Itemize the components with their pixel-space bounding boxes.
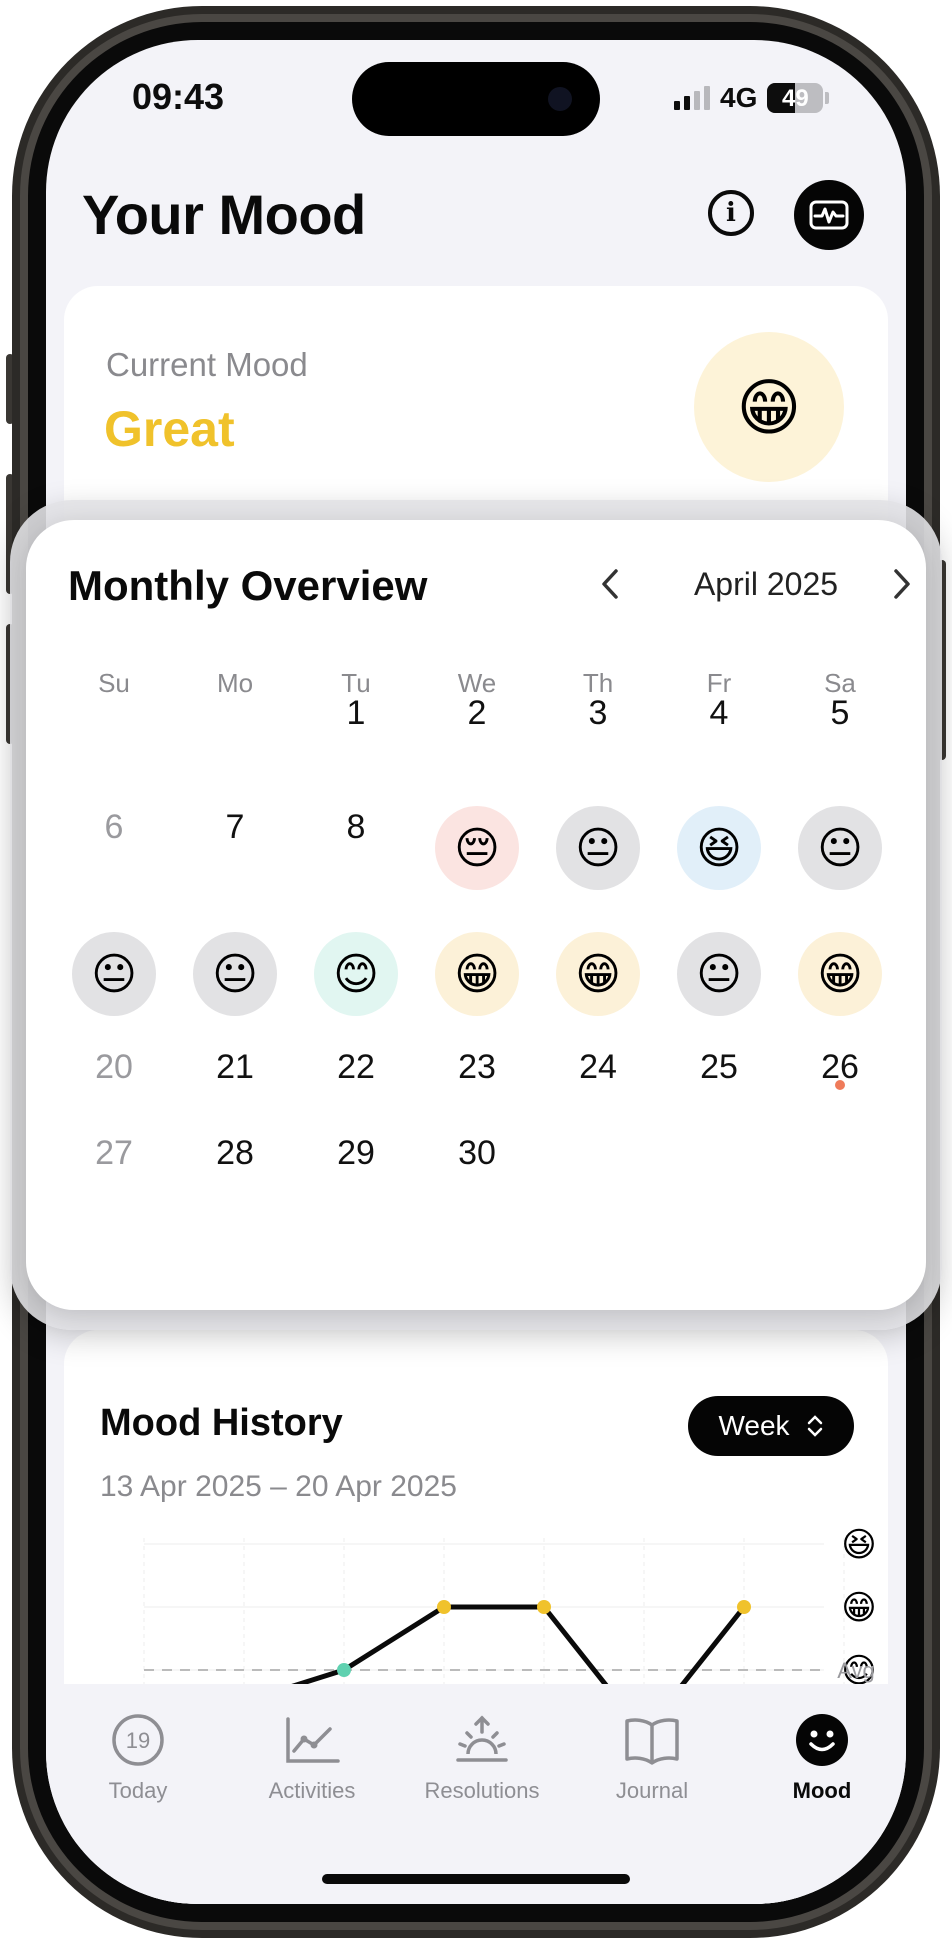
average-label: Avg	[837, 1658, 875, 1683]
calendar-day[interactable]: 20	[54, 1048, 174, 1087]
pulse-icon	[809, 200, 849, 230]
tab-label: Mood	[792, 1778, 852, 1803]
status-time: 09:43	[132, 76, 225, 117]
calendar-day[interactable]: 21	[175, 1048, 295, 1087]
page-title: Your Mood	[82, 183, 366, 246]
info-icon[interactable]: i	[708, 190, 754, 236]
chevron-up-down-icon	[806, 1412, 824, 1440]
calendar-day[interactable]: 7	[175, 808, 295, 847]
calendar-day[interactable]: 29	[296, 1134, 416, 1173]
calendar-mood-emoji[interactable]: 😐	[72, 932, 156, 1016]
tab-resolutions[interactable]: Resolutions	[412, 1712, 552, 1804]
status-indicators: 4G 49	[674, 82, 830, 114]
calendar-day[interactable]: 5	[780, 694, 900, 733]
dynamic-island	[352, 62, 600, 136]
calendar-mood-emoji[interactable]: 😐	[798, 806, 882, 890]
tab-label: Resolutions	[424, 1778, 540, 1803]
tab-journal[interactable]: Journal	[582, 1712, 722, 1804]
mood-point	[337, 1663, 351, 1677]
calendar-day[interactable]: 4	[659, 694, 779, 733]
calendar-day[interactable]: 3	[538, 694, 658, 733]
calendar-day[interactable]: 22	[296, 1048, 416, 1087]
calendar-day-icon: 19	[108, 1712, 168, 1768]
calendar-mood-emoji[interactable]: 😐	[677, 932, 761, 1016]
mood-stats-button[interactable]	[794, 180, 864, 250]
scale-emoji: 😆	[841, 1525, 876, 1565]
calendar-mood-emoji[interactable]: 😐	[556, 806, 640, 890]
mood-point	[537, 1600, 551, 1614]
book-icon	[622, 1712, 682, 1768]
chevron-left-icon	[602, 569, 618, 599]
period-label: Week	[718, 1410, 790, 1441]
calendar-day[interactable]: 2	[417, 694, 537, 733]
tab-bar: 19 Today Activities Resolutions Journal …	[46, 1684, 906, 1904]
today-marker-dot	[835, 1080, 845, 1090]
current-mood-emoji: 😁	[694, 332, 844, 482]
network-type: 4G	[720, 82, 758, 113]
current-month-label: April 2025	[693, 566, 839, 602]
mood-point	[737, 1600, 751, 1614]
tab-label: Activities	[268, 1778, 356, 1803]
signal-icon	[674, 86, 710, 110]
prev-month-button[interactable]	[582, 556, 638, 612]
next-month-button[interactable]	[874, 556, 930, 612]
mood-history-title: Mood History	[100, 1402, 343, 1444]
history-date-range: 13 Apr 2025 – 20 Apr 2025	[100, 1470, 457, 1503]
calendar-day[interactable]: 23	[417, 1048, 537, 1087]
current-mood-value: Great	[104, 401, 235, 457]
chevron-right-icon	[894, 569, 910, 599]
tab-today[interactable]: 19 Today	[68, 1712, 208, 1804]
svg-text:19: 19	[126, 1728, 150, 1753]
monthly-overview-title: Monthly Overview	[68, 562, 428, 609]
tab-activities[interactable]: Activities	[242, 1712, 382, 1804]
chart-line-icon	[282, 1712, 342, 1768]
mood-point	[437, 1600, 451, 1614]
tab-label: Journal	[615, 1778, 689, 1803]
sunrise-icon	[452, 1712, 512, 1768]
home-indicator[interactable]	[322, 1874, 630, 1884]
calendar-mood-emoji[interactable]: 😆	[677, 806, 761, 890]
calendar-day[interactable]: 27	[54, 1134, 174, 1173]
calendar-day[interactable]: 24	[538, 1048, 658, 1087]
period-selector-button[interactable]: Week	[688, 1396, 854, 1456]
weekday-label: Su	[98, 668, 130, 698]
scale-emoji: 😁	[841, 1588, 876, 1628]
calendar-day[interactable]: 6	[54, 808, 174, 847]
calendar-mood-emoji[interactable]: 😊	[314, 932, 398, 1016]
calendar-day[interactable]: 1	[296, 694, 416, 733]
phone-frame: 09:43 4G 49 Your Mood i Current Mood Gre…	[0, 0, 952, 1944]
battery-level: 49	[782, 85, 809, 112]
calendar-day[interactable]: 8	[296, 808, 416, 847]
calendar-mood-emoji[interactable]: 😁	[798, 932, 882, 1016]
calendar-day[interactable]: 25	[659, 1048, 779, 1087]
calendar-mood-emoji[interactable]: 😐	[193, 932, 277, 1016]
weekday-label: Mo	[216, 668, 254, 698]
monthly-overview-card: Monthly Overview April 2025 Su Mo Tu We Th Fr…	[26, 520, 926, 1310]
calendar-day[interactable]: 30	[417, 1134, 537, 1173]
current-mood-label: Current Mood	[106, 346, 308, 383]
tab-mood[interactable]: Mood	[752, 1712, 892, 1804]
calendar-mood-emoji[interactable]: 😔	[435, 806, 519, 890]
tab-label: Today	[108, 1778, 168, 1803]
camera-icon	[548, 87, 572, 111]
calendar-mood-emoji[interactable]: 😁	[435, 932, 519, 1016]
calendar-day[interactable]: 28	[175, 1134, 295, 1173]
calendar-mood-emoji[interactable]: 😁	[556, 932, 640, 1016]
smiley-icon	[792, 1712, 852, 1768]
battery-icon: 49	[767, 83, 824, 113]
